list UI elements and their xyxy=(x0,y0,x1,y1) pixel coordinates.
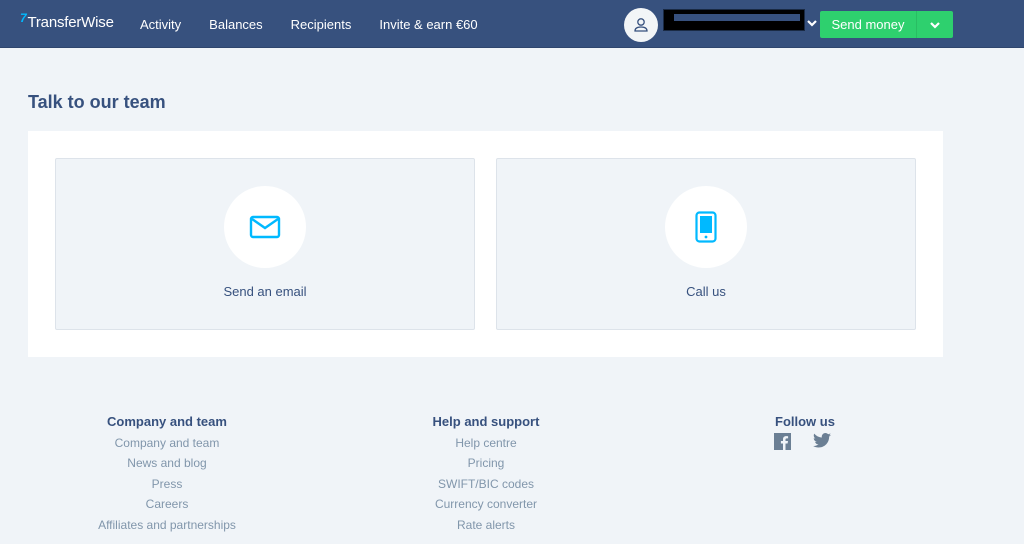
nav-recipients[interactable]: Recipients xyxy=(291,17,352,32)
footer-link[interactable]: Help centre xyxy=(416,433,556,453)
icon-circle xyxy=(665,186,747,268)
send-email-card[interactable]: Send an email xyxy=(55,158,475,330)
user-name-redacted[interactable] xyxy=(663,9,805,31)
footer-link[interactable]: Press xyxy=(86,474,248,494)
send-email-label: Send an email xyxy=(223,284,307,299)
footer-follow-column: Follow us xyxy=(760,414,850,450)
chevron-down-icon xyxy=(930,21,940,29)
logo-mark-icon: 7 xyxy=(20,11,27,25)
footer-link[interactable]: News and blog xyxy=(86,453,248,473)
footer-company-column: Company and team Company and team News a… xyxy=(86,414,248,535)
nav-invite-earn[interactable]: Invite & earn €60 xyxy=(379,17,477,32)
footer-link[interactable]: SWIFT/BIC codes xyxy=(416,474,556,494)
avatar[interactable] xyxy=(624,8,658,42)
footer-heading: Follow us xyxy=(775,414,835,429)
footer-link[interactable]: Affiliates and partnerships xyxy=(86,515,248,535)
send-money-button-group: Send money xyxy=(820,11,953,38)
redaction-bar xyxy=(674,14,800,21)
contact-panel: Send an email Call us xyxy=(28,131,943,357)
envelope-icon xyxy=(249,215,281,239)
user-icon xyxy=(634,18,648,32)
twitter-icon[interactable] xyxy=(813,433,831,448)
facebook-icon[interactable] xyxy=(774,433,791,450)
call-us-card[interactable]: Call us xyxy=(496,158,916,330)
page-title: Talk to our team xyxy=(28,92,166,112)
logo-text: TransferWise xyxy=(27,14,114,31)
top-navigation-bar: 7 TransferWise Activity Balances Recipie… xyxy=(0,0,1024,48)
footer-help-column: Help and support Help centre Pricing SWI… xyxy=(416,414,556,535)
footer-heading: Help and support xyxy=(432,414,540,429)
footer-heading: Company and team xyxy=(107,414,227,429)
phone-icon xyxy=(695,211,717,243)
icon-circle xyxy=(224,186,306,268)
footer-link[interactable]: Company and team xyxy=(86,433,248,453)
social-links xyxy=(760,433,850,450)
transferwise-logo[interactable]: 7 TransferWise xyxy=(20,12,114,34)
nav-activity[interactable]: Activity xyxy=(140,17,181,32)
send-money-dropdown[interactable] xyxy=(917,11,953,38)
call-us-label: Call us xyxy=(686,284,726,299)
main-nav: Activity Balances Recipients Invite & ea… xyxy=(140,0,506,48)
footer-link[interactable]: Currency converter xyxy=(416,494,556,514)
footer-link[interactable]: Careers xyxy=(86,494,248,514)
footer-link[interactable]: Rate alerts xyxy=(416,515,556,535)
send-money-button[interactable]: Send money xyxy=(820,11,917,38)
footer-link[interactable]: Pricing xyxy=(416,453,556,473)
chevron-down-icon[interactable] xyxy=(806,17,818,29)
nav-balances[interactable]: Balances xyxy=(209,17,262,32)
